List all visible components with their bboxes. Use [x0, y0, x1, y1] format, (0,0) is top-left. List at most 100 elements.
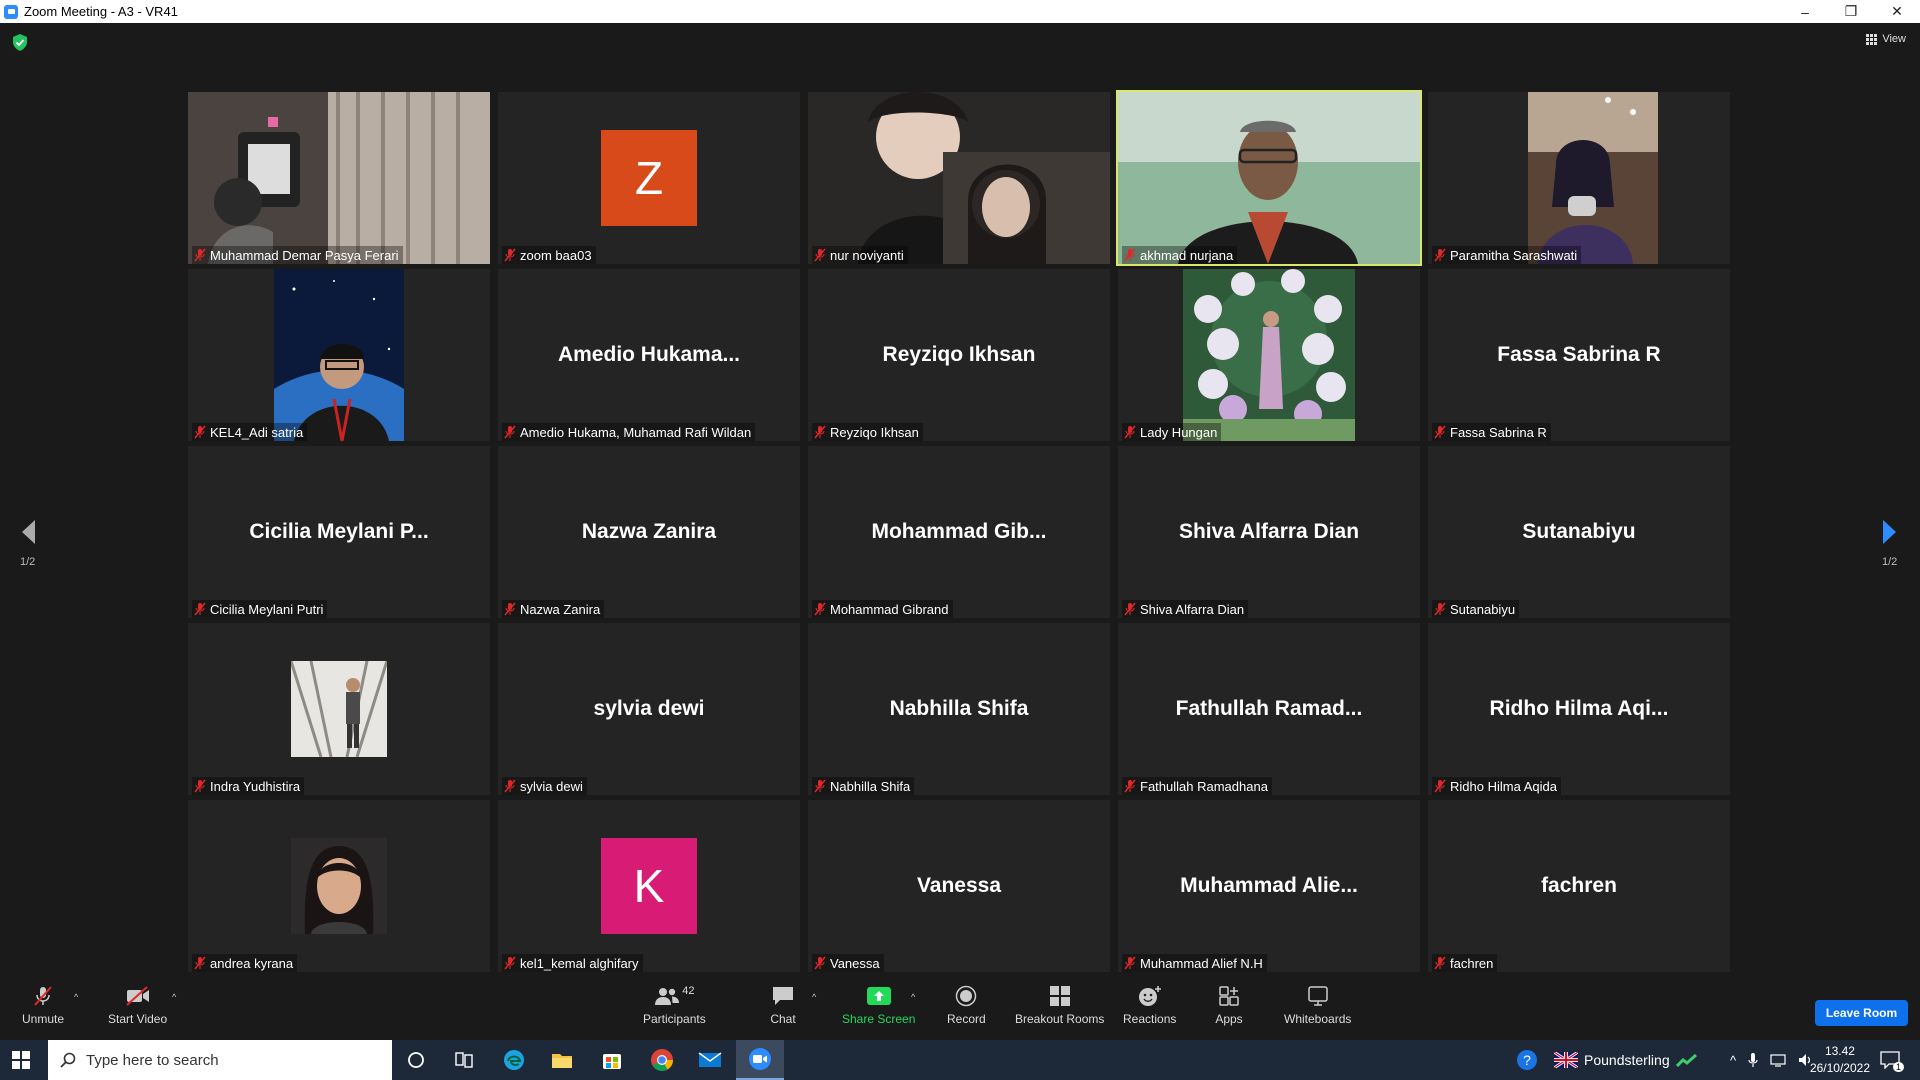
participant-name-label: Vanessa [812, 954, 884, 972]
participant-tile[interactable]: Muhammad Demar Pasya Ferari [188, 92, 490, 264]
apps-button[interactable]: Apps [1215, 984, 1243, 1026]
participant-name-label: Shiva Alfarra Dian [1122, 600, 1249, 618]
participant-display-name: Mohammad Gib... [871, 520, 1047, 543]
participant-tile[interactable]: Cicilia Meylani P... Cicilia Meylani Putr… [188, 446, 490, 618]
participant-tile[interactable]: Nazwa Zanira Nazwa Zanira [498, 446, 800, 618]
microphone-tray-icon[interactable] [1748, 1052, 1758, 1068]
previous-page-icon[interactable] [18, 517, 38, 547]
show-hidden-icons-icon[interactable]: ^ [1730, 1053, 1736, 1068]
participant-video [1118, 92, 1420, 264]
cortana-icon[interactable] [402, 1046, 430, 1074]
security-shield-icon[interactable] [12, 34, 28, 51]
participant-tile[interactable]: Zzoom baa03 [498, 92, 800, 264]
notifications-icon[interactable]: 1 [1876, 1046, 1904, 1074]
notification-count: 1 [1892, 1062, 1904, 1072]
muted-mic-icon [194, 248, 206, 262]
microsoft-store-icon[interactable] [598, 1046, 626, 1074]
muted-mic-icon [504, 248, 516, 262]
apps-icon [1215, 984, 1243, 1008]
muted-mic-icon [504, 425, 516, 439]
participant-name: nur noviyanti [830, 247, 904, 263]
participant-name-label: kel1_kemal alghifary [502, 954, 643, 972]
participant-name: Amedio Hukama, Muhamad Rafi Wildan [520, 424, 752, 440]
chat-options-caret-icon[interactable]: ^ [812, 992, 816, 1002]
help-icon[interactable]: ? [1516, 1040, 1538, 1080]
participant-tile[interactable]: Lady Hungan [1118, 269, 1420, 441]
participants-label: Participants [643, 1012, 706, 1026]
participant-tile[interactable]: Vanessa Vanessa [808, 800, 1110, 972]
participant-name-label: Paramitha Sarashwati [1432, 246, 1582, 264]
participant-name-label: Cicilia Meylani Putri [192, 600, 328, 618]
participant-video [274, 269, 404, 441]
participant-tile[interactable]: Ridho Hilma Aqi... Ridho Hilma Aqida [1428, 623, 1730, 795]
mail-icon[interactable] [696, 1046, 724, 1074]
share-screen-button[interactable]: Share Screen [842, 984, 915, 1026]
participant-name: Muhammad Alief N.H [1140, 955, 1263, 971]
muted-mic-icon [1434, 248, 1446, 262]
participant-tile[interactable]: Fathullah Ramad... Fathullah Ramadhana [1118, 623, 1420, 795]
participant-name-label: Muhammad Demar Pasya Ferari [192, 246, 403, 264]
audio-options-caret-icon[interactable]: ^ [74, 992, 78, 1002]
video-options-caret-icon[interactable]: ^ [172, 992, 176, 1002]
clock-time: 13.42 [1824, 1044, 1855, 1058]
language-indicator[interactable]: Poundsterling [1554, 1040, 1698, 1080]
muted-mic-icon [814, 248, 826, 262]
participant-tile[interactable]: akhmad nurjana [1116, 90, 1422, 266]
participant-tile[interactable]: andrea kyrana [188, 800, 490, 972]
taskbar-clock[interactable]: 13.42 26/10/2022 [1810, 1043, 1870, 1077]
share-options-caret-icon[interactable]: ^ [911, 992, 915, 1002]
participant-tile[interactable]: nur noviyanti [808, 92, 1110, 264]
reactions-button[interactable]: Reactions [1123, 984, 1176, 1026]
network-icon[interactable] [1770, 1053, 1786, 1067]
participant-tile[interactable]: Reyziqo Ikhsan Reyziqo Ikhsan [808, 269, 1110, 441]
participant-tile[interactable]: Nabhilla Shifa Nabhilla Shifa [808, 623, 1110, 795]
participant-tile[interactable]: Kkel1_kemal alghifary [498, 800, 800, 972]
language-label: Poundsterling [1584, 1052, 1670, 1068]
participant-tile[interactable]: Muhammad Alie... Muhammad Alief N.H [1118, 800, 1420, 972]
restore-icon[interactable]: ❐ [1828, 0, 1874, 23]
muted-mic-icon [1434, 956, 1446, 970]
page-indicator-right: 1/2 [1882, 556, 1898, 568]
next-page-icon[interactable] [1880, 517, 1900, 547]
start-video-button[interactable]: Start Video [108, 984, 167, 1026]
participant-name-label: zoom baa03 [502, 246, 596, 264]
taskbar-search-box[interactable]: Type here to search [48, 1040, 392, 1080]
unmute-button[interactable]: Unmute [22, 984, 64, 1026]
participant-tile[interactable]: Shiva Alfarra Dian Shiva Alfarra Dian [1118, 446, 1420, 618]
participant-video [188, 92, 490, 264]
leave-room-button[interactable]: Leave Room [1815, 1000, 1908, 1026]
participants-button[interactable]: 42 Participants [643, 984, 706, 1026]
microphone-muted-icon [29, 984, 57, 1008]
participant-tile[interactable]: Paramitha Sarashwati [1428, 92, 1730, 264]
participant-tile[interactable]: Indra Yudhistira [188, 623, 490, 795]
view-button[interactable]: View [1866, 33, 1906, 45]
record-button[interactable]: Record [947, 984, 986, 1026]
breakout-rooms-button[interactable]: Breakout Rooms [1015, 984, 1104, 1026]
muted-mic-icon [194, 425, 206, 439]
edge-icon[interactable] [500, 1046, 528, 1074]
participant-tile[interactable]: sylvia dewi sylvia dewi [498, 623, 800, 795]
chat-button[interactable]: Chat [769, 984, 797, 1026]
file-explorer-icon[interactable] [548, 1046, 576, 1074]
window-title: Zoom Meeting - A3 - VR41 [24, 4, 178, 19]
chrome-icon[interactable] [648, 1046, 676, 1074]
participant-tile[interactable]: Amedio Hukama... Amedio Hukama, Muhamad R… [498, 269, 800, 441]
participant-tile[interactable]: Sutanabiyu Sutanabiyu [1428, 446, 1730, 618]
participant-name: Shiva Alfarra Dian [1140, 601, 1245, 617]
participant-tile[interactable]: fachren fachren [1428, 800, 1730, 972]
minimize-icon[interactable]: – [1782, 0, 1828, 23]
participant-name-label: sylvia dewi [502, 777, 587, 795]
participant-display-name: Fathullah Ramad... [1175, 697, 1363, 720]
participant-tile[interactable]: Fassa Sabrina R Fassa Sabrina R [1428, 269, 1730, 441]
participant-name: Sutanabiyu [1450, 601, 1516, 617]
participant-name-label: andrea kyrana [192, 954, 298, 972]
participant-display-name: Cicilia Meylani P... [249, 520, 429, 543]
task-view-icon[interactable] [450, 1046, 478, 1074]
participant-tile[interactable]: KEL4_Adi satria [188, 269, 490, 441]
participant-name: Nabhilla Shifa [830, 778, 911, 794]
participant-tile[interactable]: Mohammad Gib... Mohammad Gibrand [808, 446, 1110, 618]
whiteboards-button[interactable]: Whiteboards [1284, 984, 1351, 1026]
close-icon[interactable]: ✕ [1874, 0, 1920, 23]
windows-start-icon[interactable] [12, 1051, 30, 1069]
zoom-taskbar-icon[interactable] [736, 1040, 784, 1080]
